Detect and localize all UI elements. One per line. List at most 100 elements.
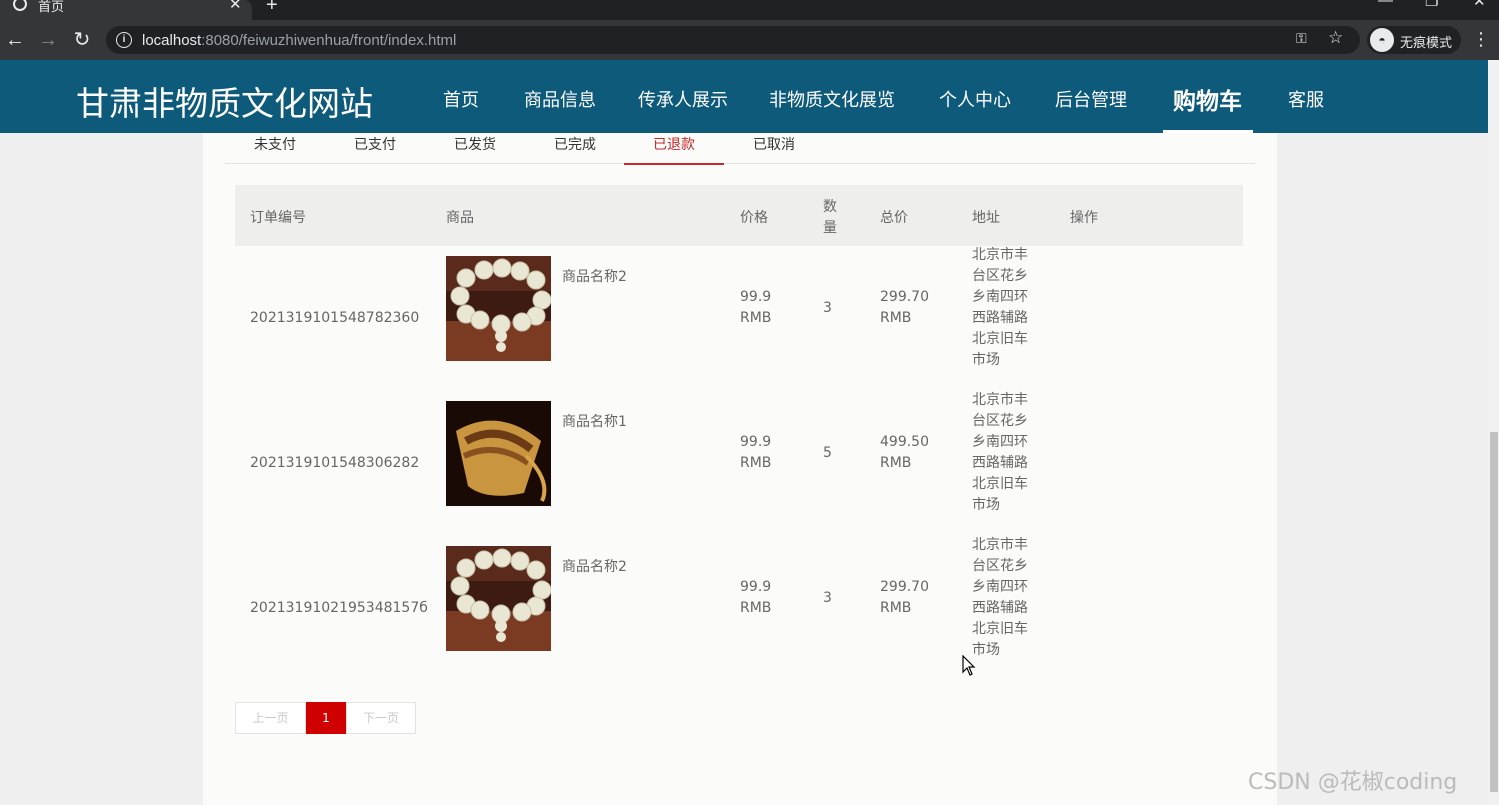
nav-admin[interactable]: 后台管理 [1055,86,1127,112]
header-price: 价格 [740,210,768,226]
site-header: 甘肃非物质文化网站 首页 商品信息 传承人展示 非物质文化展览 个人中心 后台管… [0,60,1499,133]
site-logo[interactable]: 甘肃非物质文化网站 [76,77,373,125]
header-action: 操作 [1070,210,1098,226]
address-line: 西路辅路 [972,600,1028,616]
address-line: 台区花乡 [972,413,1028,429]
pager-next-button[interactable]: 下一页 [346,702,416,734]
address-line: 市场 [972,642,1000,658]
tab-cancelled[interactable]: 已取消 [724,134,824,154]
header-qty-2: 量 [823,220,837,236]
browser-menu-icon[interactable]: ⋮ [1472,29,1490,50]
total-value: 299.70 [880,289,929,305]
incognito-label: 无痕模式 [1400,35,1453,50]
table-header: 订单编号 商品 价格 数 量 总价 地址 操作 [235,185,1243,246]
order-number: 2021319101548306282 [250,455,420,471]
back-icon[interactable]: ← [3,28,27,52]
forward-icon[interactable]: → [36,28,60,52]
tab-completed[interactable]: 已完成 [525,134,625,154]
nav-service[interactable]: 客服 [1288,86,1324,112]
quantity: 3 [823,300,832,316]
url-path: :8080/feiwuzhiwenhua/front/index.html [201,32,457,49]
address-line: 北京旧车 [972,621,1028,637]
product-name[interactable]: 商品名称1 [562,411,627,431]
product-image[interactable] [446,401,551,506]
new-tab-button[interactable]: + [266,0,278,17]
table-row: 2021319101548306282 商品名称1 99.9 RMB 5 499.50 RM… [235,391,1243,536]
total-value: 499.50 [880,434,929,450]
pager-page-1[interactable]: 1 [306,702,346,734]
nav-cart[interactable]: 购物车 [1173,82,1242,116]
address-line: 台区花乡 [972,558,1028,574]
order-number: 2021319101548782360 [250,310,420,326]
browser-toolbar: ← → ↻ i localhost:8080/feiwuzhiwenhua/fr… [0,20,1499,60]
address-bar[interactable]: i localhost:8080/feiwuzhiwenhua/front/in… [106,26,1360,54]
total-unit: RMB [880,310,912,326]
address-line: 乡南四环 [972,579,1028,595]
mouse-cursor-icon [962,655,976,676]
header-order-no: 订单编号 [250,210,306,226]
key-icon[interactable]: ⚿ [1296,30,1307,47]
tab-shipped[interactable]: 已发货 [425,134,525,154]
header-total: 总价 [880,210,908,226]
orders-panel: 未支付 已支付 已发货 已完成 已退款 已取消 订单编号 商品 价格 数 量 总… [203,133,1277,805]
address-line: 乡南四环 [972,434,1028,450]
header-product: 商品 [446,210,474,226]
address-line: 北京旧车 [972,331,1028,347]
order-number: 2021319102195348157б [250,600,428,616]
minimize-icon[interactable]: — [1378,0,1393,9]
price-value: 99.9 [740,579,772,595]
address-line: 市场 [972,352,1000,368]
order-status-tabs: 未支付 已支付 已发货 已完成 已退款 已取消 [225,133,1255,165]
watermark: CSDN @花椒coding [1248,770,1458,795]
incognito-icon: ◓ [1370,28,1394,52]
pager-prev-button[interactable]: 上一页 [235,702,306,734]
incognito-indicator[interactable]: ◓ 无痕模式 [1367,26,1461,54]
quantity: 5 [823,445,832,461]
nav-home[interactable]: 首页 [443,86,479,112]
header-address: 地址 [972,210,1000,226]
url-host: localhost [142,32,202,49]
product-image[interactable] [446,546,552,651]
price-value: 99.9 [740,289,772,305]
reload-icon[interactable]: ↻ [70,28,94,52]
table-row: 2021319102195348157б 商品名称2 99.9 RMB 3 299.70 R… [235,536,1243,681]
address-line: 北京市丰 [972,392,1028,408]
tab-refunded[interactable]: 已退款 [624,134,724,165]
quantity: 3 [823,590,832,606]
browser-tabstrip: 首页 ✕ + — ❐ ✕ [0,0,1499,20]
header-qty-1: 数 [823,199,837,215]
bookmark-star-icon[interactable]: ☆ [1328,28,1343,48]
scrollbar-thumb[interactable] [1490,432,1498,792]
address-line: 西路辅路 [972,310,1028,326]
tab-paid[interactable]: 已支付 [325,134,425,154]
browser-tab[interactable]: 首页 ✕ [0,0,252,20]
tab-unpaid[interactable]: 未支付 [225,134,325,154]
price-unit: RMB [740,310,772,326]
address-line: 乡南四环 [972,289,1028,305]
product-image[interactable] [446,256,552,361]
globe-icon [13,0,27,11]
total-value: 299.70 [880,579,929,595]
address-line: 北京市丰 [972,537,1028,553]
address-line: 市场 [972,497,1000,513]
tab-close-icon[interactable]: ✕ [229,0,242,13]
nav-personal-center[interactable]: 个人中心 [939,86,1011,112]
nav-inheritors[interactable]: 传承人展示 [638,86,728,112]
browser-tab-title: 首页 [38,0,65,14]
url-text[interactable]: localhost:8080/feiwuzhiwenhua/front/inde… [142,32,456,49]
maximize-icon[interactable]: ❐ [1425,0,1438,10]
address-line: 西路辅路 [972,455,1028,471]
site-info-icon[interactable]: i [116,32,132,48]
address-line: 北京市丰 [972,247,1028,263]
table-row: 2021319101548782360 商品名称2 99.9 RMB 3 299.70 RM… [235,246,1243,391]
product-name[interactable]: 商品名称2 [562,556,627,576]
nav-products[interactable]: 商品信息 [524,86,596,112]
page-scrollbar[interactable] [1488,60,1499,805]
address-line: 台区花乡 [972,268,1028,284]
price-unit: RMB [740,455,772,471]
product-name[interactable]: 商品名称2 [562,266,627,286]
nav-exhibition[interactable]: 非物质文化展览 [769,86,895,112]
address-line: 北京旧车 [972,476,1028,492]
price-value: 99.9 [740,434,772,450]
window-close-icon[interactable]: ✕ [1473,0,1486,10]
